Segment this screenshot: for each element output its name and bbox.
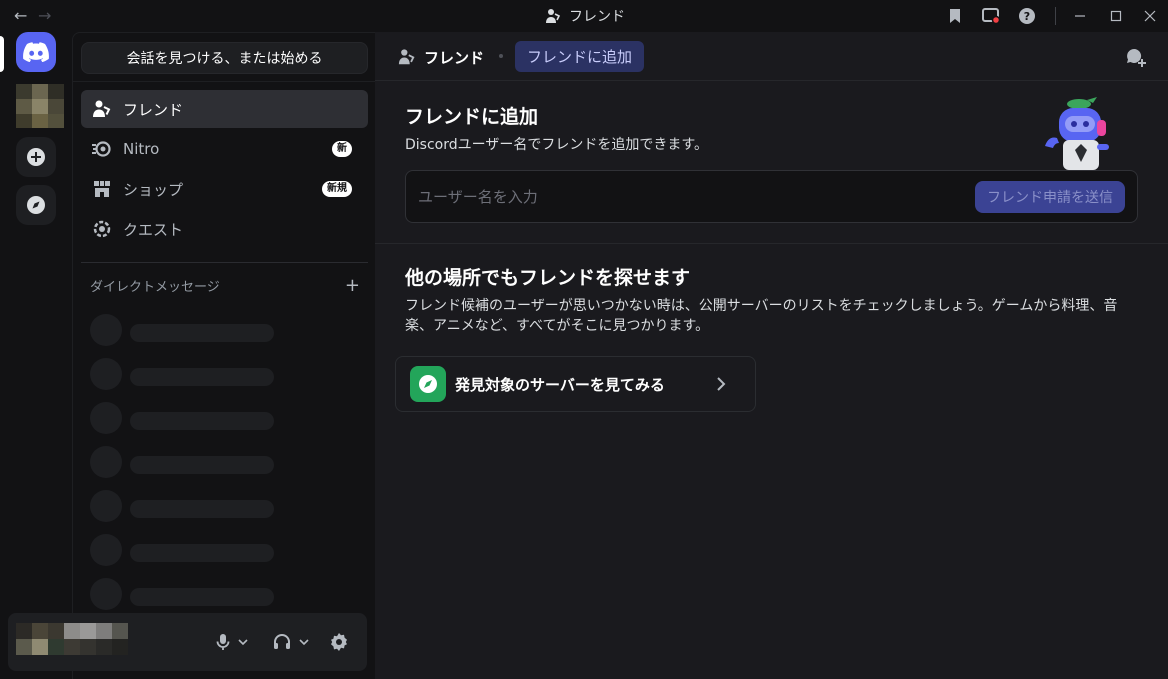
discord-logo-icon [23,42,49,62]
dm-placeholder [90,358,290,390]
compass-icon [410,366,446,402]
arrow-left-icon[interactable]: ← [14,6,27,26]
friends-icon [91,98,113,120]
dm-placeholder [90,314,290,346]
sidebar-item-label: ショップ [123,180,184,199]
deafen-button[interactable] [271,630,313,654]
discover-button[interactable] [16,185,56,225]
sidebar-item-nitro[interactable]: Nitro 新 [81,130,368,168]
channel-sidebar: 会話を見つける、または始める フレンド Nitro 新 ショップ 新規 クエスト… [72,32,376,679]
friends-header-title: フレンド [398,45,484,69]
friends-icon [398,49,415,65]
nitro-icon [91,138,113,160]
friends-header: フレンド フレンドに追加 [375,32,1168,81]
new-group-dm-icon [1127,48,1146,67]
bookmark-icon[interactable] [946,6,964,26]
dm-placeholder [90,534,290,566]
find-conversation-button[interactable]: 会話を見つける、または始める [81,42,368,74]
svg-text:?: ? [1024,10,1030,23]
plus-circle-icon [27,148,45,166]
close-icon[interactable] [1140,6,1160,26]
dm-placeholder [90,578,290,610]
tab-add-friend[interactable]: フレンドに追加 [515,41,645,72]
user-settings-button[interactable] [327,630,351,654]
new-group-dm-button[interactable] [1124,46,1148,70]
explore-servers-label: 発見対象のサーバーを見てみる [455,375,665,394]
sidebar-item-quests[interactable]: クエスト [81,210,368,248]
selected-indicator [0,36,4,72]
shop-icon [91,178,113,200]
chevron-right-icon [711,374,731,394]
new-badge: 新規 [322,181,352,197]
dm-placeholder [90,402,290,434]
sidebar-item-label: Nitro [123,140,160,158]
server-icon[interactable] [16,84,64,128]
avatar[interactable] [16,623,128,655]
help-icon[interactable]: ? [1017,6,1037,26]
headphones-icon [274,634,290,649]
window-title-text: フレンド [569,9,625,25]
compass-icon [27,196,45,214]
chevron-down-icon [238,639,248,646]
mute-button[interactable] [216,630,250,654]
section-divider [375,243,1168,244]
gear-icon [331,633,347,651]
create-dm-plus-icon[interactable]: + [345,275,360,296]
dm-placeholder [90,490,290,522]
dm-placeholder [90,446,290,478]
add-friend-title: フレンドに追加 [405,106,539,128]
add-server-button[interactable] [16,137,56,177]
titlebar-divider [1055,7,1056,25]
username-input[interactable] [418,183,958,211]
wumpus-mascot-icon [1045,97,1109,170]
chevron-down-icon [299,639,309,646]
sidebar-item-label: クエスト [123,220,184,239]
quest-icon [91,218,113,240]
title-bar: ← → フレンド ? [0,0,1168,32]
microphone-icon [216,634,230,650]
sidebar-item-label: フレンド [123,100,184,119]
sidebar-item-friends[interactable]: フレンド [81,90,368,128]
other-places-title: 他の場所でもフレンドを探せます [405,267,691,289]
window-title: フレンド [545,7,625,25]
other-places-description: フレンド候補のユーザーが思いつかない時は、公開サーバーのリストをチェックしましょ… [405,298,1118,334]
main-content: フレンド フレンドに追加 フレンドに追加 Discordユーザー名でフレンドを追… [375,32,1168,679]
header-separator-dot [499,54,503,58]
user-panel [8,613,367,671]
sidebar-divider [81,262,368,263]
header-title-text: フレンド [424,48,485,67]
friends-icon [546,9,561,23]
explore-servers-button[interactable]: 発見対象のサーバーを見てみる [395,356,756,412]
sidebar-item-shop[interactable]: ショップ 新規 [81,170,368,208]
screen-share-icon[interactable] [981,6,1001,26]
server-rail [0,32,72,679]
send-friend-request-button[interactable]: フレンド申請を送信 [975,181,1125,213]
minimize-icon[interactable] [1070,6,1090,26]
sidebar-divider [73,81,376,82]
add-friend-description: Discordユーザー名でフレンドを追加できます。 [405,137,708,153]
arrow-right-icon[interactable]: → [38,6,51,26]
direct-messages-header: ダイレクトメッセージ + [90,275,360,296]
add-friend-field: フレンド申請を送信 [405,170,1138,223]
new-badge: 新 [332,141,352,157]
maximize-icon[interactable] [1106,6,1126,26]
home-button[interactable] [16,32,56,72]
direct-messages-label: ダイレクトメッセージ [90,279,220,295]
